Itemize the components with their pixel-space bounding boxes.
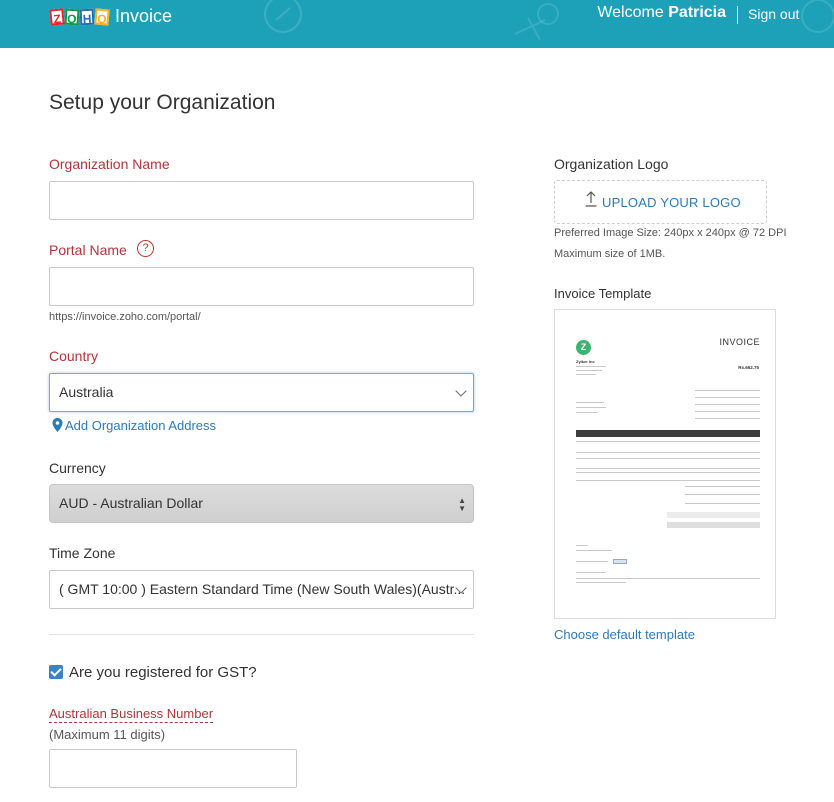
portal-url-hint: https://invoice.zoho.com/portal/: [49, 311, 201, 323]
template-notes-line: [576, 545, 588, 546]
user-name: Patricia: [668, 4, 726, 21]
template-balance-amount: Rs.662.75: [738, 365, 759, 370]
template-thumbnail: Z INVOICE Zylker Inc Rs.662.75: [555, 310, 775, 618]
org-name-input[interactable]: [49, 181, 474, 220]
abn-label: Australian Business Number: [49, 706, 214, 723]
gst-label: Are you registered for GST?: [69, 664, 257, 681]
template-balance-row: [667, 522, 760, 528]
choose-default-template-link[interactable]: Choose default template: [554, 627, 695, 642]
template-total-line: [685, 503, 760, 504]
sign-out-link[interactable]: Sign out: [748, 6, 799, 22]
template-invoice-title: INVOICE: [719, 337, 760, 347]
template-logo: Z: [576, 340, 591, 355]
gst-checkbox[interactable]: [49, 665, 63, 679]
template-total-row: [667, 512, 760, 518]
template-paypal-badge: [613, 559, 627, 564]
currency-select[interactable]: AUD - Australian Dollar ▲ ▼: [49, 484, 474, 523]
template-line: [576, 412, 598, 413]
upload-icon: [585, 191, 597, 207]
help-icon[interactable]: ?: [137, 240, 154, 257]
template-notes-line: [576, 561, 608, 562]
template-total-line: [685, 486, 760, 487]
upload-logo-button[interactable]: UPLOAD YOUR LOGO: [554, 180, 767, 224]
logo-letter: O: [64, 8, 80, 26]
invoice-template-label: Invoice Template: [554, 286, 652, 301]
zoho-invoice-logo[interactable]: Z O H O Invoice: [49, 6, 173, 27]
template-row: [576, 468, 760, 469]
template-line: [695, 411, 760, 412]
portal-name-label: Portal Name: [49, 242, 127, 258]
template-terms-line: [576, 582, 626, 583]
welcome-message: Welcome Patricia: [597, 4, 726, 22]
logo-size-hint: Preferred Image Size: 240px x 240px @ 72…: [554, 227, 787, 239]
page-title: Setup your Organization: [49, 91, 276, 114]
template-line: [576, 374, 596, 375]
template-line: [695, 404, 760, 405]
template-row: [576, 472, 760, 473]
location-pin-icon: [52, 418, 63, 432]
template-terms-line: [576, 572, 606, 573]
abn-hint: (Maximum 11 digits): [49, 727, 166, 742]
add-organization-address-link[interactable]: Add Organization Address: [65, 418, 216, 433]
country-value: Australia: [59, 384, 114, 400]
invoice-template-preview[interactable]: Z INVOICE Zylker Inc Rs.662.75: [554, 309, 776, 619]
country-select[interactable]: Australia: [49, 373, 474, 412]
template-total-line: [685, 494, 760, 495]
template-notes-line: [576, 550, 612, 551]
abn-input[interactable]: [49, 749, 297, 788]
section-divider: [49, 634, 474, 635]
template-table-header: [576, 430, 760, 437]
updown-arrows-icon: ▲ ▼: [458, 496, 466, 513]
portal-name-input[interactable]: [49, 267, 474, 306]
time-zone-select[interactable]: ( GMT 10:00 ) Eastern Standard Time (New…: [49, 570, 474, 609]
template-terms-line: [576, 578, 760, 579]
template-company-name: Zylker Inc: [576, 359, 595, 364]
template-line: [695, 397, 760, 398]
logo-text: Invoice: [115, 6, 173, 26]
logo-max-hint: Maximum size of 1MB.: [554, 248, 666, 260]
top-header: Z O H O Invoice Welcome Patricia Sign ou…: [0, 0, 834, 48]
time-zone-value: ( GMT 10:00 ) Eastern Standard Time (New…: [59, 581, 466, 597]
currency-label: Currency: [49, 460, 106, 476]
template-line: [695, 418, 760, 419]
template-line: [576, 407, 606, 408]
template-line: [576, 370, 602, 371]
org-logo-label: Organization Logo: [554, 156, 669, 172]
logo-letter: H: [79, 8, 95, 26]
template-line: [695, 390, 760, 391]
logo-letter: O: [94, 7, 110, 26]
currency-value: AUD - Australian Dollar: [59, 495, 203, 511]
template-row: [576, 458, 760, 459]
template-row: [576, 480, 760, 481]
logo-letter: Z: [49, 7, 65, 26]
template-row: [576, 441, 760, 442]
header-divider: [737, 6, 738, 24]
template-line: [576, 402, 604, 403]
org-name-label: Organization Name: [49, 156, 170, 172]
chevron-down-icon: [455, 385, 467, 397]
zoho-logo-mark: Z O H O: [49, 7, 110, 26]
welcome-prefix: Welcome: [597, 4, 664, 21]
upload-logo-label: UPLOAD YOUR LOGO: [602, 195, 741, 210]
time-zone-label: Time Zone: [49, 545, 116, 561]
template-line: [576, 366, 606, 367]
template-row: [576, 452, 760, 453]
country-label: Country: [49, 348, 99, 364]
